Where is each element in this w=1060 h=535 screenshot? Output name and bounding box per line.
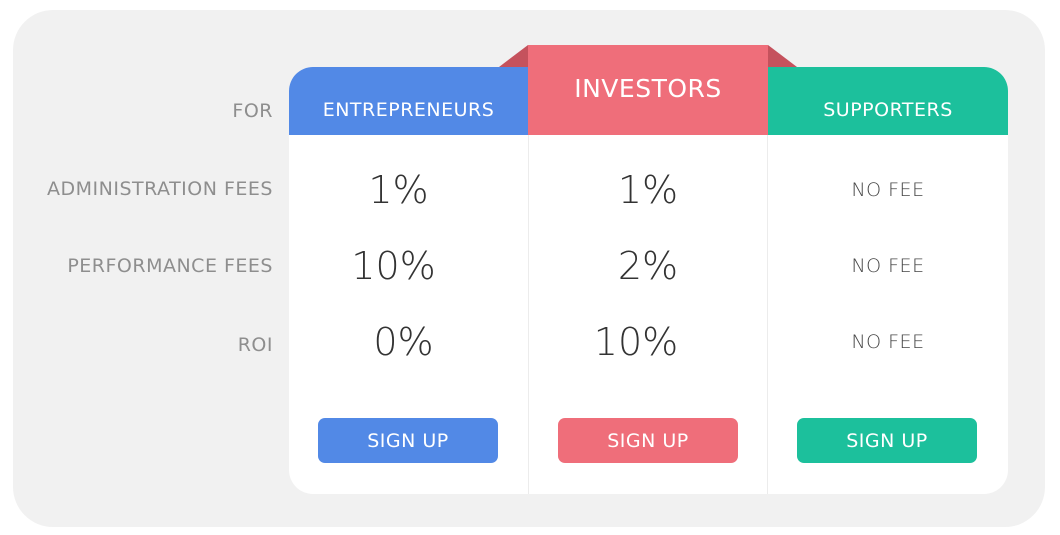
performance-fee-value: 10% (351, 244, 436, 288)
performance-fee-value: NO FEE (851, 255, 925, 277)
plan-header-entrepreneurs: ENTREPRENEURS (289, 67, 528, 135)
featured-ribbon-fold-right (768, 45, 797, 67)
roi-value: NO FEE (851, 331, 925, 353)
sign-up-button-entrepreneurs[interactable]: SIGN UP (318, 418, 498, 463)
plan-column-entrepreneurs: ENTREPRENEURS 1% 10% 0% SIGN UP (289, 67, 528, 494)
plan-header-supporters: SUPPORTERS (768, 67, 1008, 135)
row-label-for: FOR (232, 100, 273, 122)
row-label-performance-fees: PERFORMANCE FEES (67, 255, 273, 277)
row-label-administration-fees: ADMINISTRATION FEES (47, 178, 273, 200)
administration-fee-value: NO FEE (851, 179, 925, 201)
sign-up-button-supporters[interactable]: SIGN UP (797, 418, 977, 463)
plan-header-investors: INVESTORS (528, 45, 768, 135)
row-label-roi: ROI (237, 334, 273, 356)
plan-column-supporters: SUPPORTERS NO FEE NO FEE NO FEE SIGN UP (768, 67, 1008, 494)
roi-value: 10% (593, 320, 679, 364)
featured-ribbon-fold-left (499, 45, 528, 67)
sign-up-button-investors[interactable]: SIGN UP (558, 418, 738, 463)
performance-fee-value: 2% (617, 244, 679, 288)
administration-fee-value: 1% (368, 168, 429, 212)
administration-fee-value: 1% (617, 168, 679, 212)
roi-value: 0% (373, 320, 434, 364)
